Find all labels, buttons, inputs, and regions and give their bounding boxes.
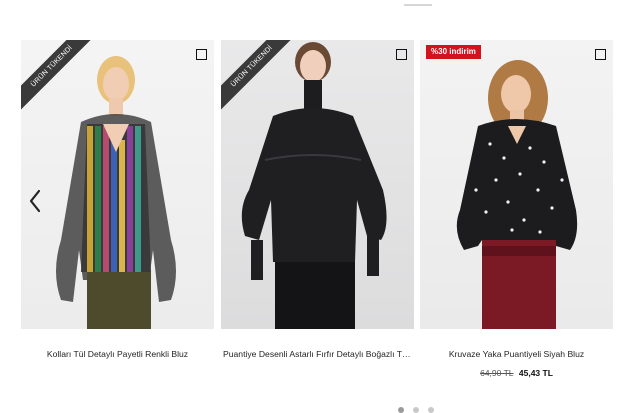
current-price: 45,43 TL <box>518 368 553 378</box>
price-row: 64,90 TL 45,43 TL <box>420 368 613 378</box>
product-image[interactable]: ÜRÜN TÜKENDİ <box>221 40 414 329</box>
model-photo-sequin-blouse <box>56 56 176 329</box>
product-image[interactable]: %30 indirim <box>420 40 613 329</box>
product-title[interactable]: Kruvaze Yaka Puantiyeli Siyah Bluz <box>420 349 613 359</box>
product-title[interactable]: Puantiye Desenli Astarlı Fırfır Detaylı … <box>221 349 414 359</box>
product-card[interactable]: ÜRÜN TÜKENDİ Puantiye Desenli Astarlı Fı… <box>221 40 414 359</box>
product-title[interactable]: Kolları Tül Detaylı Payetli Renkli Bluz <box>21 349 214 359</box>
model-photo-wrap-polka-blouse <box>456 60 578 329</box>
carousel-dot[interactable] <box>428 407 434 413</box>
carousel-dot[interactable] <box>413 407 419 413</box>
carousel-pagination <box>398 407 434 413</box>
carousel-prev-button[interactable] <box>26 187 44 215</box>
product-carousel: ÜRÜN TÜKENDİ Kolları Tül Detaylı Payetli… <box>0 0 620 413</box>
model-photo-polka-tulle-blouse <box>241 42 387 329</box>
product-card[interactable]: ÜRÜN TÜKENDİ Kolları Tül Detaylı Payetli… <box>21 40 214 359</box>
chevron-left-icon <box>29 189 41 213</box>
compare-checkbox[interactable] <box>196 49 207 60</box>
discount-badge: %30 indirim <box>426 45 481 59</box>
product-card[interactable]: %30 indirim Kruvaze Yaka Puantiyeli Siya… <box>420 40 613 378</box>
compare-checkbox[interactable] <box>595 49 606 60</box>
old-price: 64,90 TL <box>480 368 514 378</box>
carousel-dot[interactable] <box>398 407 404 413</box>
compare-checkbox[interactable] <box>396 49 407 60</box>
product-image[interactable]: ÜRÜN TÜKENDİ <box>21 40 214 329</box>
